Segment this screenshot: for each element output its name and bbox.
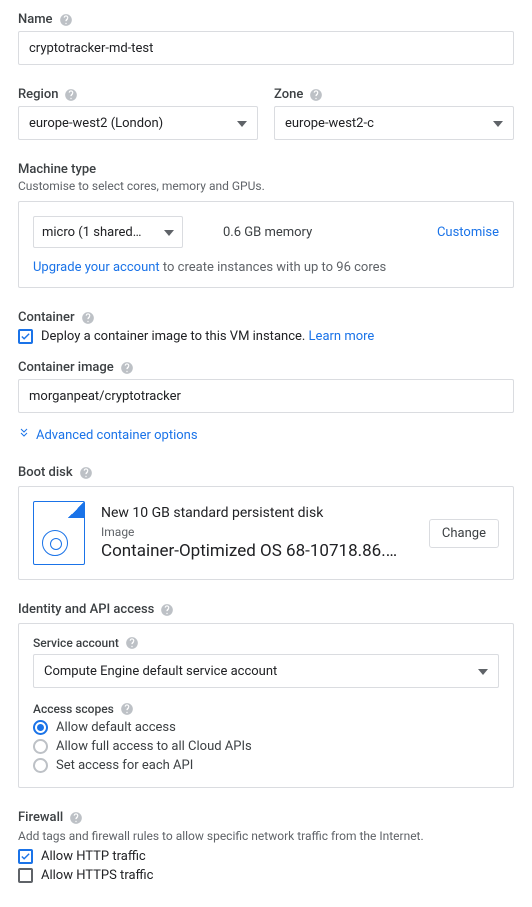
help-icon[interactable]: [309, 88, 323, 102]
zone-label: Zone: [274, 87, 303, 102]
help-icon[interactable]: [120, 361, 134, 375]
advanced-container-label: Advanced container options: [36, 428, 198, 443]
service-account-value: Compute Engine default service account: [44, 664, 277, 679]
scope-default-label: Allow default access: [56, 720, 176, 735]
machine-type-card: micro (1 shared… 0.6 GB memory Customise…: [18, 201, 514, 288]
upgrade-account-link[interactable]: Upgrade your account: [33, 260, 160, 275]
firewall-desc: Add tags and firewall rules to allow spe…: [18, 829, 514, 843]
region-value: europe-west2 (London): [29, 116, 163, 131]
machine-type-label: Machine type: [18, 162, 514, 177]
deploy-container-checkbox[interactable]: [18, 329, 33, 344]
caret-down-icon: [478, 664, 488, 679]
machine-memory: 0.6 GB memory: [195, 225, 425, 240]
caret-down-icon: [164, 225, 174, 240]
boot-disk-label: Boot disk: [18, 465, 73, 480]
boot-disk-card: New 10 GB standard persistent disk Image…: [18, 486, 514, 580]
deploy-container-text: Deploy a container image to this VM inst…: [41, 329, 309, 344]
help-icon[interactable]: [64, 88, 78, 102]
disk-icon: [33, 501, 85, 565]
help-icon[interactable]: [59, 13, 73, 27]
zone-select[interactable]: europe-west2-c: [274, 106, 514, 140]
caret-down-icon: [237, 116, 247, 131]
access-scopes-label: Access scopes: [33, 702, 114, 716]
firewall-label: Firewall: [18, 810, 63, 825]
help-icon[interactable]: [120, 702, 134, 716]
service-account-select[interactable]: Compute Engine default service account: [33, 654, 499, 688]
machine-upgrade-hint: Upgrade your account to create instances…: [33, 260, 499, 275]
caret-down-icon: [493, 116, 503, 131]
boot-disk-sub: Image: [101, 525, 413, 539]
scope-default-radio[interactable]: [33, 720, 48, 735]
scope-each-radio[interactable]: [33, 758, 48, 773]
container-image-label: Container image: [18, 360, 114, 375]
change-boot-disk-button[interactable]: Change: [429, 519, 499, 548]
help-icon[interactable]: [125, 636, 139, 650]
name-input-value: cryptotracker-md-test: [29, 41, 153, 56]
upgrade-rest-text: to create instances with up to 96 cores: [160, 260, 387, 275]
boot-disk-os: Container-Optimized OS 68-10718.86.…: [101, 541, 413, 561]
scope-full-label: Allow full access to all Cloud APIs: [56, 739, 252, 754]
zone-value: europe-west2-c: [285, 116, 374, 131]
help-icon[interactable]: [160, 603, 174, 617]
service-account-label: Service account: [33, 636, 119, 650]
learn-more-link[interactable]: Learn more: [309, 329, 375, 344]
name-input[interactable]: cryptotracker-md-test: [18, 31, 514, 65]
identity-label: Identity and API access: [18, 602, 154, 617]
name-label: Name: [18, 12, 53, 27]
customise-link[interactable]: Customise: [437, 225, 499, 240]
double-chevron-down-icon: [18, 427, 30, 443]
help-icon[interactable]: [69, 811, 83, 825]
region-label: Region: [18, 87, 58, 102]
machine-type-desc: Customise to select cores, memory and GP…: [18, 179, 514, 193]
advanced-container-toggle[interactable]: Advanced container options: [18, 427, 198, 443]
scope-full-radio[interactable]: [33, 739, 48, 754]
machine-type-value: micro (1 shared…: [42, 225, 141, 240]
help-icon[interactable]: [81, 311, 95, 325]
boot-disk-title: New 10 GB standard persistent disk: [101, 505, 413, 521]
allow-http-checkbox[interactable]: [18, 849, 33, 864]
deploy-container-label: Deploy a container image to this VM inst…: [41, 329, 374, 344]
region-select[interactable]: europe-west2 (London): [18, 106, 258, 140]
identity-card: Service account Compute Engine default s…: [18, 623, 514, 788]
scope-each-label: Set access for each API: [56, 758, 193, 773]
allow-http-label: Allow HTTP traffic: [41, 849, 146, 864]
help-icon[interactable]: [79, 466, 93, 480]
allow-https-label: Allow HTTPS traffic: [41, 868, 153, 883]
allow-https-checkbox[interactable]: [18, 868, 33, 883]
container-image-value: morganpeat/cryptotracker: [29, 389, 181, 404]
container-label: Container: [18, 310, 75, 325]
machine-type-select[interactable]: micro (1 shared…: [33, 216, 183, 248]
container-image-input[interactable]: morganpeat/cryptotracker: [18, 379, 514, 413]
